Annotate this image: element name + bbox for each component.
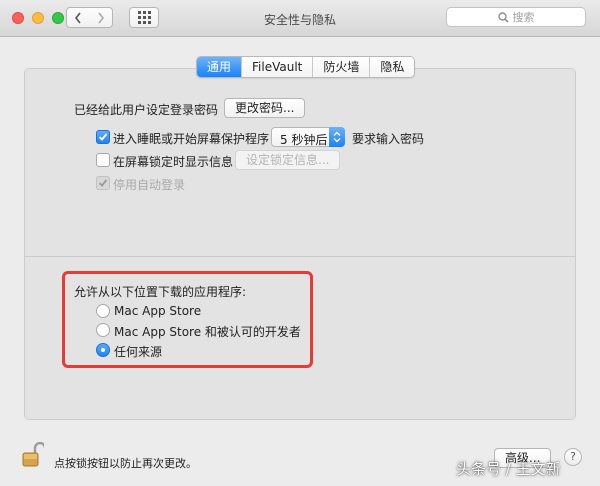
lock-hint-text: 点按锁按钮以防止再次更改。 — [54, 457, 197, 470]
checkmark-icon — [98, 179, 108, 187]
change-password-button[interactable]: 更改密码... — [224, 98, 306, 118]
search-icon — [497, 11, 509, 23]
tab-bar: 通用 FileVault 防火墙 隐私 — [196, 56, 416, 78]
password-delay-popup[interactable]: 5 秒钟后 — [271, 127, 345, 147]
disable-auto-login-checkbox[interactable] — [96, 176, 110, 190]
require-password-label: 进入睡眠或开始屏幕保护程序 — [113, 132, 270, 146]
tab-general[interactable]: 通用 — [197, 57, 242, 77]
disable-auto-login-label: 停用自动登录 — [113, 178, 186, 192]
checkmark-icon — [98, 133, 108, 141]
help-button[interactable]: ? — [564, 448, 582, 466]
tab-privacy[interactable]: 隐私 — [369, 57, 415, 77]
set-lock-message-button[interactable]: 设定锁定信息... — [235, 150, 341, 170]
section-divider — [24, 256, 576, 257]
title-bar: 安全性与隐私 搜索 — [0, 0, 600, 37]
popup-arrows-icon — [329, 127, 345, 147]
tab-filevault[interactable]: FileVault — [241, 57, 313, 77]
password-delay-value: 5 秒钟后 — [280, 133, 328, 147]
show-message-checkbox[interactable] — [96, 153, 110, 167]
search-placeholder: 搜索 — [512, 11, 535, 24]
watermark-text: 头条号 / 王文新 — [456, 460, 561, 478]
search-input[interactable]: 搜索 — [446, 7, 586, 27]
show-message-label: 在屏幕锁定时显示信息 — [113, 155, 234, 169]
password-set-label: 已经给此用户设定登录密码 — [74, 103, 219, 117]
require-password-checkbox[interactable] — [96, 130, 110, 144]
tab-firewall[interactable]: 防火墙 — [312, 57, 370, 77]
require-password-suffix: 要求输入密码 — [352, 132, 425, 146]
annotation-highlight-box — [62, 271, 313, 368]
lock-icon[interactable] — [22, 441, 47, 471]
